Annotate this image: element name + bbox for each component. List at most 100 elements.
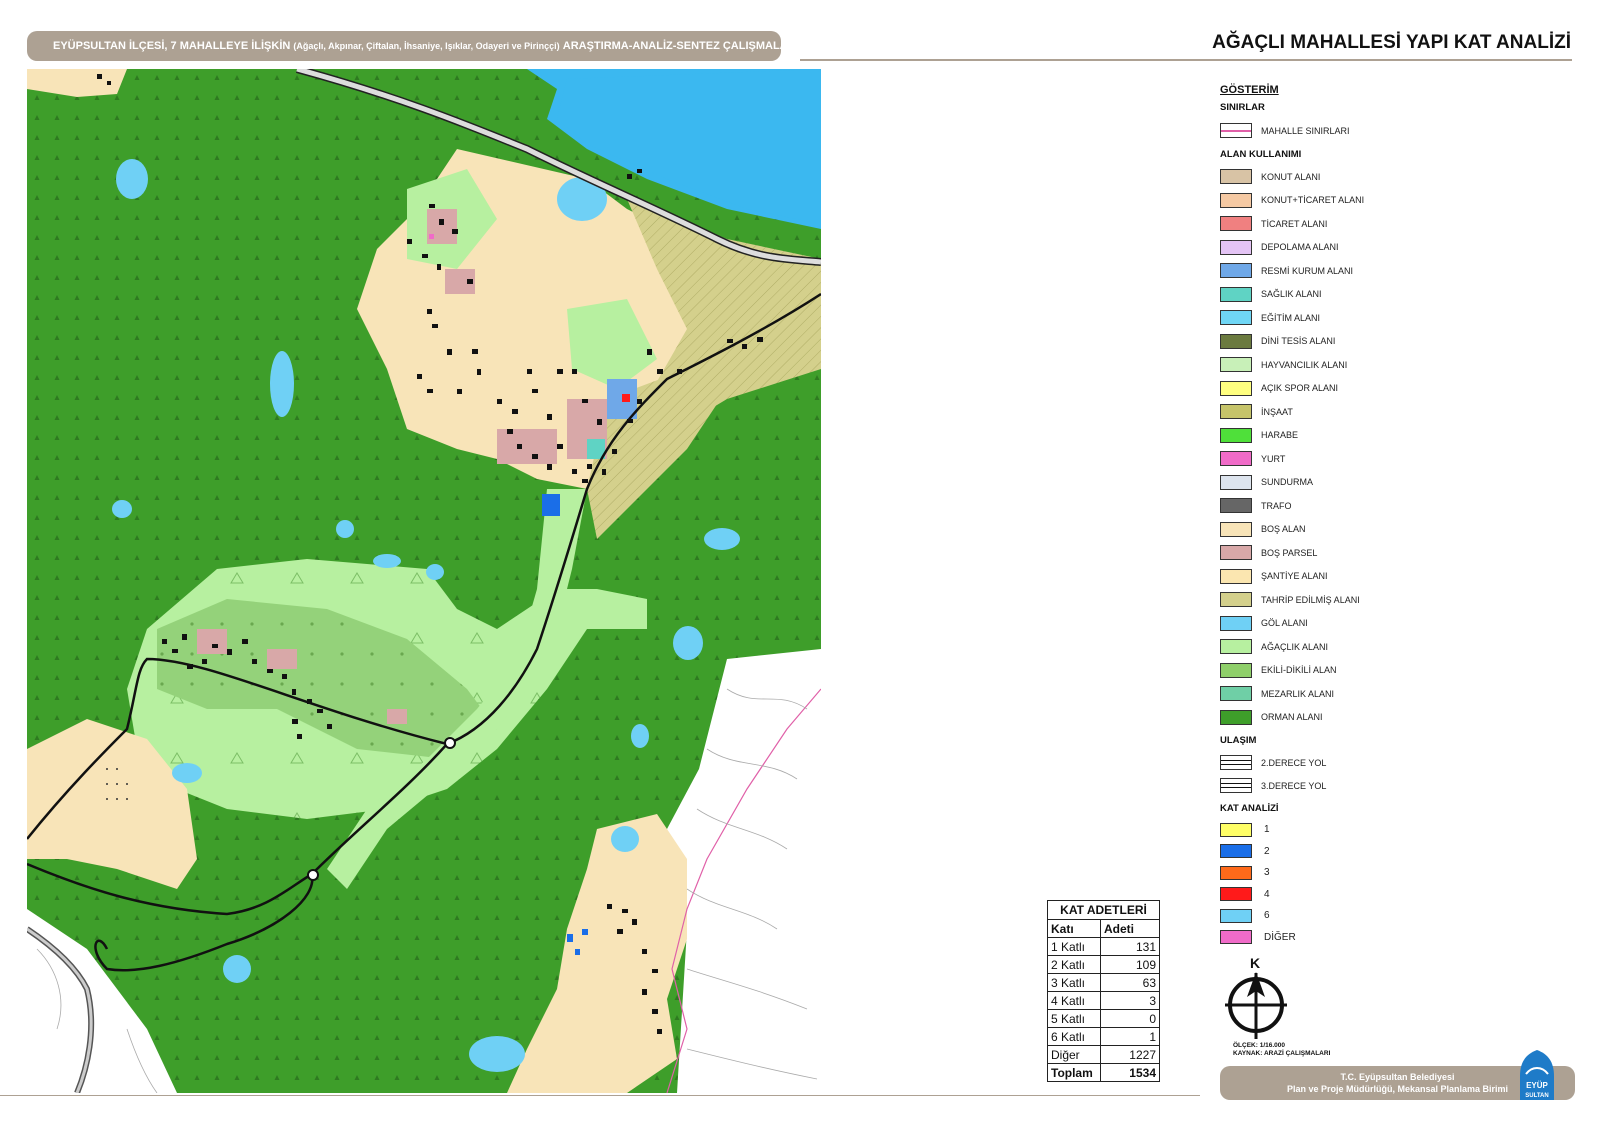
legend-swatch [1220, 778, 1252, 793]
legend-label: 3 [1264, 867, 1270, 879]
legend-item: SAĞLIK ALANI [1220, 283, 1420, 307]
lake [172, 763, 202, 783]
legend-swatch [1220, 310, 1252, 326]
legend-swatch [1220, 639, 1252, 655]
floor-count-table: KAT ADETLERİ Katı Adeti 1 Katlı 131 2 Katlı… [1047, 900, 1160, 1082]
legend-label: HAYVANCILIK ALANI [1261, 359, 1348, 370]
table-cell-floor: Diğer [1047, 1045, 1101, 1064]
legend-item: ŞANTİYE ALANI [1220, 565, 1420, 589]
legend-swatch [1220, 263, 1252, 279]
legend-label: 2 [1264, 845, 1270, 857]
north-arrow: K [1225, 955, 1295, 1044]
legend-item: GÖL ALANI [1220, 612, 1420, 636]
lake [223, 955, 251, 983]
table-cell-floor: 2 Katlı [1047, 955, 1101, 974]
table-header-floor: Katı [1047, 919, 1101, 938]
legend-label: KONUT ALANI [1261, 171, 1321, 182]
table-total-label: Toplam [1047, 1063, 1101, 1082]
junction-marker [307, 869, 319, 881]
legend-item: AĞAÇLIK ALANI [1220, 635, 1420, 659]
table-row: 3 Katlı 63 [1047, 973, 1160, 992]
bottom-divider [0, 1095, 1200, 1096]
legend-swatch [1220, 908, 1252, 923]
legend-label: ŞANTİYE ALANI [1261, 571, 1328, 582]
legend-label: MEZARLIK ALANI [1261, 688, 1335, 699]
legend-swatch [1220, 451, 1252, 467]
legend-item: 3.DERECE YOL [1220, 774, 1420, 797]
legend-label: AĞAÇLIK ALANI [1261, 641, 1329, 652]
legend-item: AÇIK SPOR ALANI [1220, 377, 1420, 401]
scale-info: ÖLÇEK: 1/16.000 KAYNAK: ARAZİ ÇALIŞMALAR… [1233, 1042, 1330, 1058]
map-canvas[interactable] [27, 69, 821, 1093]
legend-label: İNŞAAT [1261, 406, 1293, 417]
legend-swatch [1220, 333, 1252, 349]
legend-section-boundaries: SINIRLAR [1220, 102, 1265, 113]
legend-label: BOŞ ALAN [1261, 524, 1306, 535]
legend-swatch [1220, 545, 1252, 561]
legend-swatch [1220, 709, 1252, 725]
legend-item: DİĞER [1220, 927, 1420, 949]
legend-item: 4 [1220, 884, 1420, 906]
lake [611, 826, 639, 852]
legend-swatch [1220, 844, 1252, 859]
header-tail-text: ARAŞTIRMA-ANALİZ-SENTEZ ÇALIŞMALARI [562, 40, 781, 52]
legend-swatch [1220, 427, 1252, 443]
junction-marker [444, 737, 456, 749]
legend-swatch [1220, 286, 1252, 302]
legend-label: ORMAN ALANI [1261, 712, 1323, 723]
legend-label: TİCARET ALANI [1261, 218, 1328, 229]
legend-item: MAHALLE SINIRLARI [1220, 118, 1420, 143]
legend-swatch [1220, 192, 1252, 208]
legend-label: BOŞ PARSEL [1261, 547, 1318, 558]
table-cell-count: 63 [1100, 973, 1160, 992]
legend-label: DİNİ TESİS ALANI [1261, 336, 1336, 347]
legend-item: SUNDURMA [1220, 471, 1420, 495]
legend-item: DEPOLAMA ALANI [1220, 236, 1420, 260]
header-banner: EYÜPSULTAN İLÇESİ, 7 MAHALLEYE İLİŞKİN (… [27, 31, 781, 61]
lake [704, 528, 740, 550]
table-cell-count: 131 [1100, 937, 1160, 956]
legend-floor-list: 1 2 3 4 6 DİĞER [1220, 819, 1420, 948]
legend-item: ORMAN ALANI [1220, 706, 1420, 730]
legend-section-transport: ULAŞIM [1220, 735, 1257, 746]
legend-label: EKİLİ-DİKİLİ ALAN [1261, 665, 1337, 676]
logo-text-1: EYÜP [1526, 1081, 1548, 1090]
legend-item: KONUT ALANI [1220, 165, 1420, 189]
legend-item: BOŞ PARSEL [1220, 541, 1420, 565]
legend-swatch [1220, 474, 1252, 490]
legend-item: 1 [1220, 819, 1420, 841]
legend-item: KONUT+TİCARET ALANI [1220, 189, 1420, 213]
legend-swatch [1220, 930, 1252, 945]
legend-item: 6 [1220, 905, 1420, 927]
legend-swatch [1220, 887, 1252, 902]
legend-label: TAHRİP EDİLMİŞ ALANI [1261, 594, 1360, 605]
map-svg [27, 69, 821, 1093]
legend-item: MEZARLIK ALANI [1220, 682, 1420, 706]
legend-item: DİNİ TESİS ALANI [1220, 330, 1420, 354]
table-cell-floor: 4 Katlı [1047, 991, 1101, 1010]
legend-item: EKİLİ-DİKİLİ ALAN [1220, 659, 1420, 683]
legend-section-floor: KAT ANALİZİ [1220, 803, 1279, 814]
compass-icon: K [1225, 955, 1287, 1039]
table-total-row: Toplam 1534 [1047, 1063, 1160, 1082]
table-cell-count: 1227 [1100, 1045, 1160, 1064]
table-row: Diğer 1227 [1047, 1045, 1160, 1064]
header-divider [800, 59, 1572, 61]
legend-swatch [1220, 357, 1252, 373]
legend-label: AÇIK SPOR ALANI [1261, 383, 1339, 394]
table-cell-count: 1 [1100, 1027, 1160, 1046]
legend-swatch [1220, 755, 1252, 770]
legend-title: GÖSTERİM [1220, 84, 1279, 96]
logo-text-2: SULTAN [1525, 1093, 1548, 1099]
lake [336, 520, 354, 538]
logo-icon: EYÜP SULTAN [1520, 1050, 1554, 1100]
table-cell-floor: 5 Katlı [1047, 1009, 1101, 1028]
table-row: 4 Katlı 3 [1047, 991, 1160, 1010]
legend-label: KONUT+TİCARET ALANI [1261, 195, 1365, 206]
legend-label: 3.DERECE YOL [1261, 780, 1327, 791]
legend-swatch [1220, 521, 1252, 537]
lake [631, 724, 649, 748]
legend-label: 1 [1264, 824, 1270, 836]
header-main-text: EYÜPSULTAN İLÇESİ, 7 MAHALLEYE İLİŞKİN [53, 40, 291, 52]
table-cell-count: 3 [1100, 991, 1160, 1010]
